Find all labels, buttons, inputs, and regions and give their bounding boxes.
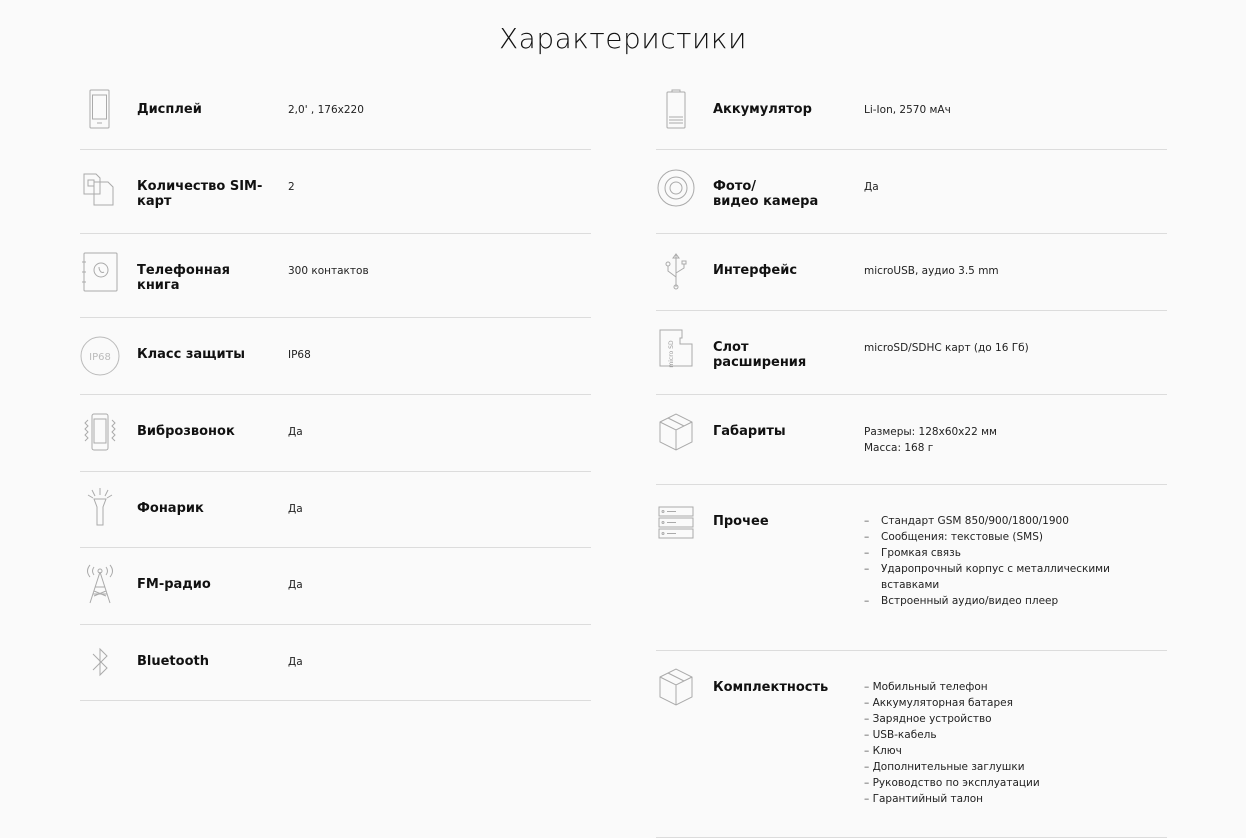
dimensions-size: Размеры: 128x60x22 мм <box>864 426 997 438</box>
list-item: Сообщения: текстовые (SMS) <box>864 529 1119 545</box>
package-contents-list: Мобильный телефон Аккумуляторная батарея… <box>864 679 1164 807</box>
spec-value-vibration: Да <box>288 426 303 438</box>
spec-value-camera: Да <box>864 181 879 193</box>
spec-label-slot: Слот расширения <box>713 340 807 370</box>
specs-right-column: Аккумулятор Li-Ion, 2570 мАч Фото/ видео… <box>656 78 1167 838</box>
usb-icon <box>656 251 696 291</box>
list-item: Встроенный аудио/видео плеер <box>864 593 1119 609</box>
spec-label-interface: Интерфейс <box>713 263 798 278</box>
spec-label-package: Комплектность <box>713 680 829 695</box>
spec-value-protection: IP68 <box>288 349 311 361</box>
spec-row-other: Прочее Стандарт GSM 850/900/1800/1900 Со… <box>656 485 1167 651</box>
spec-row-vibration: Виброзвонок Да <box>80 395 591 472</box>
flashlight-icon <box>80 487 120 527</box>
sim-cards-icon <box>80 168 120 208</box>
list-item: Громкая связь <box>864 545 1119 561</box>
spec-label-radio: FM-радио <box>137 577 211 592</box>
spec-row-bluetooth: Bluetooth Да <box>80 625 591 701</box>
list-item: USB-кабель <box>864 727 1164 743</box>
camera-icon <box>656 168 696 208</box>
other-features-list: Стандарт GSM 850/900/1800/1900 Сообщения… <box>864 513 1119 609</box>
list-item: Зарядное устройство <box>864 711 1164 727</box>
spec-row-interface: Интерфейс microUSB, аудио 3.5 mm <box>656 234 1167 311</box>
spec-value-dimensions: Размеры: 128x60x22 мм Масса: 168 г <box>864 424 1164 456</box>
spec-row-flashlight: Фонарик Да <box>80 472 591 548</box>
dimensions-weight: Масса: 168 г <box>864 442 934 454</box>
spec-row-camera: Фото/ видео камера Да <box>656 150 1167 234</box>
spec-value-display: 2,0' , 176x220 <box>288 104 364 116</box>
list-item: Руководство по эксплуатации <box>864 775 1164 791</box>
spec-value-radio: Да <box>288 579 303 591</box>
spec-label-vibration: Виброзвонок <box>137 424 235 439</box>
spec-value-phonebook: 300 контактов <box>288 265 369 277</box>
spec-label-flashlight: Фонарик <box>137 501 204 516</box>
spec-row-dimensions: Габариты Размеры: 128x60x22 мм Масса: 16… <box>656 395 1167 485</box>
battery-icon <box>656 89 696 129</box>
spec-row-protection: IP68 Класс защиты IP68 <box>80 318 591 395</box>
spec-row-slot: micro SD Слот расширения microSD/SDHC ка… <box>656 311 1167 395</box>
list-item: Стандарт GSM 850/900/1800/1900 <box>864 513 1119 529</box>
spec-label-sim: Количество SIM- карт <box>137 179 263 209</box>
ip68-icon: IP68 <box>80 336 120 376</box>
page-title: Характеристики <box>499 22 747 55</box>
spec-label-other: Прочее <box>713 514 769 529</box>
spec-label-battery: Аккумулятор <box>713 102 812 117</box>
list-item: Ключ <box>864 743 1164 759</box>
package-icon <box>656 667 696 707</box>
spec-label-phonebook: Телефонная книга <box>137 263 230 293</box>
spec-value-interface: microUSB, аудио 3.5 mm <box>864 265 999 277</box>
spec-label-dimensions: Габариты <box>713 424 786 439</box>
bluetooth-icon <box>80 642 120 682</box>
radio-tower-icon <box>80 564 120 604</box>
ip68-icon-text: IP68 <box>89 352 111 363</box>
list-item: Аккумуляторная батарея <box>864 695 1164 711</box>
microsd-icon-text: micro SD <box>668 340 675 368</box>
server-icon <box>656 503 696 543</box>
phone-display-icon <box>80 89 120 129</box>
spec-value-battery: Li-Ion, 2570 мАч <box>864 104 951 116</box>
phonebook-icon <box>80 252 120 292</box>
list-item: Дополнительные заглушки <box>864 759 1164 775</box>
list-item: Ударопрочный корпус с металлическими вст… <box>864 561 1119 593</box>
vibration-icon <box>80 412 120 452</box>
spec-label-display: Дисплей <box>137 102 202 117</box>
list-item: Мобильный телефон <box>864 679 1164 695</box>
spec-value-bluetooth: Да <box>288 656 303 668</box>
spec-row-radio: FM-радио Да <box>80 548 591 625</box>
list-item: Гарантийный талон <box>864 791 1164 807</box>
spec-row-sim: Количество SIM- карт 2 <box>80 150 591 234</box>
spec-value-slot: microSD/SDHC карт (до 16 Гб) <box>864 342 1029 354</box>
spec-value-flashlight: Да <box>288 503 303 515</box>
spec-label-bluetooth: Bluetooth <box>137 654 209 669</box>
spec-row-battery: Аккумулятор Li-Ion, 2570 мАч <box>656 78 1167 150</box>
spec-row-phonebook: Телефонная книга 300 контактов <box>80 234 591 318</box>
spec-label-protection: Класс защиты <box>137 347 245 362</box>
spec-row-display: Дисплей 2,0' , 176x220 <box>80 78 591 150</box>
microsd-card-icon: micro SD <box>656 328 696 368</box>
spec-value-other: Стандарт GSM 850/900/1800/1900 Сообщения… <box>864 513 1119 609</box>
spec-label-camera: Фото/ видео камера <box>713 179 819 209</box>
spec-value-package: Мобильный телефон Аккумуляторная батарея… <box>864 679 1164 807</box>
specs-left-column: Дисплей 2,0' , 176x220 Количество SIM- к… <box>80 78 591 701</box>
spec-row-package: Комплектность Мобильный телефон Аккумуля… <box>656 651 1167 838</box>
box-icon <box>656 412 696 452</box>
spec-value-sim: 2 <box>288 181 295 193</box>
